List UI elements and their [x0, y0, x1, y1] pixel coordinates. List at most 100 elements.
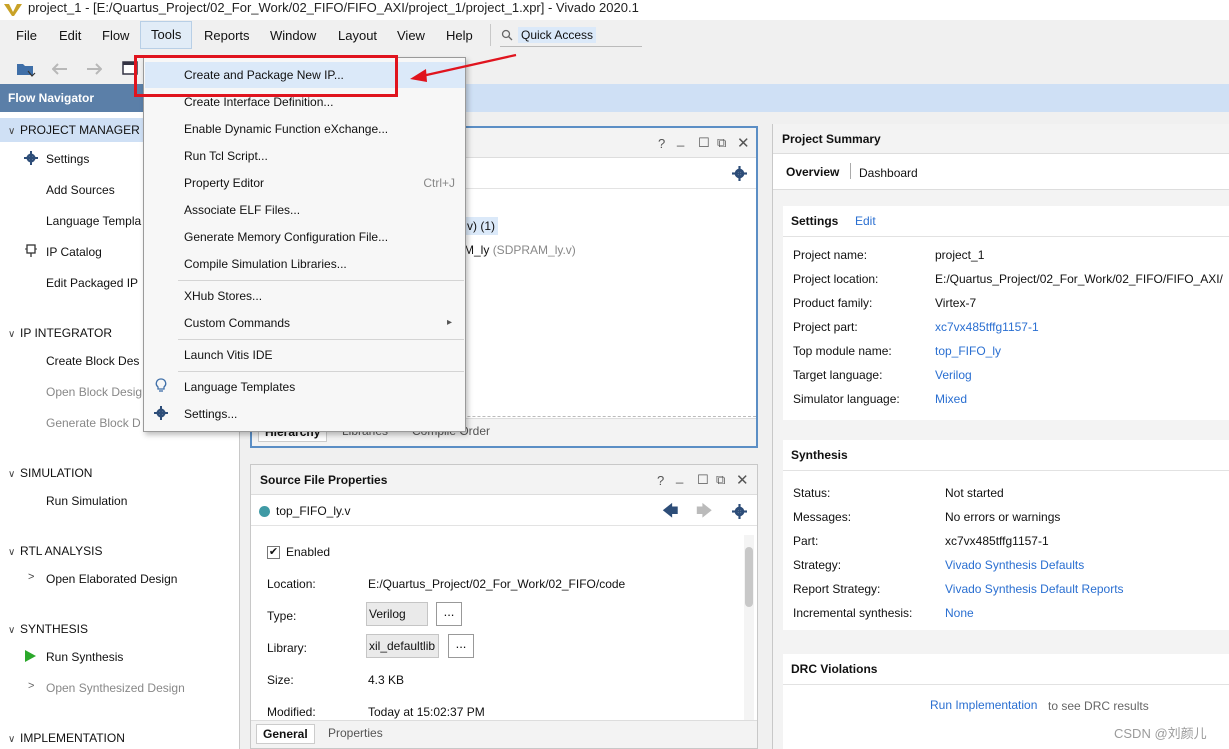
- menu-item-language-templates[interactable]: Language Templates: [184, 380, 295, 394]
- chevron-down-icon: ∨: [8, 329, 16, 340]
- menu-item-enable-dfx[interactable]: Enable Dynamic Function eXchange...: [184, 122, 388, 136]
- tab-properties[interactable]: Properties: [328, 726, 383, 740]
- gear-icon: [154, 406, 168, 420]
- lightbulb-icon: [155, 378, 167, 392]
- maximize-icon[interactable]: ☐: [697, 472, 709, 488]
- nav-add-sources[interactable]: Add Sources: [46, 183, 115, 197]
- undo-icon[interactable]: [52, 62, 68, 76]
- top-module-link[interactable]: top_FIFO_ly: [935, 344, 1001, 358]
- section-implementation[interactable]: ∨ IMPLEMENTATION: [8, 731, 125, 745]
- menu-layout[interactable]: Layout: [338, 28, 377, 43]
- nav-language-templates[interactable]: Language Templa: [46, 214, 141, 228]
- forward-arrow-icon[interactable]: 🡆: [696, 500, 713, 527]
- report-strategy-key: Report Strategy:: [793, 582, 881, 596]
- menu-help[interactable]: Help: [446, 28, 473, 43]
- menu-item-associate-elf[interactable]: Associate ELF Files...: [184, 203, 300, 217]
- modified-label: Modified:: [267, 705, 316, 719]
- chevron-right-icon[interactable]: >: [28, 571, 34, 583]
- target-language-link[interactable]: Verilog: [935, 368, 972, 382]
- gear-icon[interactable]: [732, 166, 747, 181]
- project-part-link[interactable]: xc7vx485tffg1157-1: [935, 320, 1039, 334]
- synthesis-card-title: Synthesis: [791, 448, 848, 462]
- float-icon[interactable]: ⧉: [716, 472, 725, 488]
- open-project-icon[interactable]: [16, 60, 36, 78]
- library-field[interactable]: xil_defaultlib: [366, 634, 439, 658]
- section-ip-integrator[interactable]: ∨ IP INTEGRATOR: [8, 326, 112, 340]
- close-icon[interactable]: ✕: [737, 134, 750, 152]
- gear-icon[interactable]: [732, 504, 747, 519]
- menu-tools[interactable]: Tools: [140, 21, 193, 49]
- close-icon[interactable]: ✕: [736, 471, 749, 489]
- maximize-icon[interactable]: ☐: [698, 135, 710, 151]
- scrollbar-thumb[interactable]: [745, 547, 753, 607]
- menu-item-xhub-stores[interactable]: XHub Stores...: [184, 289, 262, 303]
- type-field[interactable]: Verilog: [366, 602, 428, 626]
- tree-item-sdpram[interactable]: M_ly (SDPRAM_ly.v): [464, 243, 576, 257]
- vertical-scrollbar[interactable]: [744, 535, 754, 720]
- nav-create-block-design[interactable]: Create Block Des: [46, 354, 139, 368]
- tab-overview[interactable]: Overview: [786, 165, 839, 179]
- menu-item-compile-sim-libs[interactable]: Compile Simulation Libraries...: [184, 257, 347, 271]
- nav-open-synthesized-design[interactable]: Open Synthesized Design: [46, 681, 185, 695]
- properties-header: Source File Properties ? _ ☐ ⧉ ✕: [251, 465, 757, 495]
- tree-item-name: M_ly: [464, 243, 490, 257]
- size-label: Size:: [267, 673, 294, 687]
- nav-edit-packaged-ip[interactable]: Edit Packaged IP: [46, 276, 138, 290]
- minimize-icon[interactable]: _: [676, 469, 683, 484]
- menu-item-settings[interactable]: Settings...: [184, 407, 237, 421]
- menu-window[interactable]: Window: [270, 28, 316, 43]
- menu-item-run-tcl[interactable]: Run Tcl Script...: [184, 149, 268, 163]
- nav-settings[interactable]: Settings: [46, 152, 89, 166]
- tab-dashboard[interactable]: Dashboard: [859, 166, 918, 180]
- section-synthesis[interactable]: ∨ SYNTHESIS: [8, 622, 88, 636]
- chevron-right-icon[interactable]: >: [28, 680, 34, 692]
- menu-view[interactable]: View: [397, 28, 425, 43]
- menu-item-launch-vitis[interactable]: Launch Vitis IDE: [184, 348, 273, 362]
- back-arrow-icon[interactable]: 🡄: [662, 500, 679, 527]
- menu-reports[interactable]: Reports: [204, 28, 250, 43]
- chevron-down-icon: ∨: [8, 625, 16, 636]
- target-language-key: Target language:: [793, 368, 883, 382]
- menu-edit[interactable]: Edit: [59, 28, 81, 43]
- nav-run-simulation[interactable]: Run Simulation: [46, 494, 127, 508]
- quick-access-search[interactable]: Quick Access: [500, 25, 642, 47]
- float-icon[interactable]: ⧉: [717, 135, 726, 151]
- library-browse-button[interactable]: ...: [448, 634, 474, 658]
- window-title: project_1 - [E:/Quartus_Project/02_For_W…: [28, 0, 639, 15]
- divider: [783, 684, 1229, 685]
- chevron-down-icon: ∨: [8, 126, 16, 137]
- help-icon[interactable]: ?: [658, 136, 665, 151]
- nav-generate-block-design[interactable]: Generate Block D: [46, 416, 141, 430]
- menu-item-generate-memory[interactable]: Generate Memory Configuration File...: [184, 230, 388, 244]
- help-icon[interactable]: ?: [657, 473, 664, 488]
- tab-general[interactable]: General: [256, 724, 315, 744]
- size-value: 4.3 KB: [368, 673, 405, 687]
- nav-ip-catalog[interactable]: IP Catalog: [46, 245, 102, 259]
- menu-file[interactable]: File: [16, 28, 37, 43]
- type-browse-button[interactable]: ...: [436, 602, 462, 626]
- section-simulation[interactable]: ∨ SIMULATION: [8, 466, 92, 480]
- minimize-icon[interactable]: _: [677, 132, 684, 147]
- menu-flow[interactable]: Flow: [102, 28, 129, 43]
- redo-icon[interactable]: [86, 62, 102, 76]
- tree-item-top[interactable]: v) (1): [464, 217, 498, 235]
- properties-title: Source File Properties: [260, 473, 388, 487]
- section-rtl-analysis[interactable]: ∨ RTL ANALYSIS: [8, 544, 102, 558]
- library-label: Library:: [267, 641, 308, 655]
- enabled-label: Enabled: [286, 545, 331, 559]
- incremental-link[interactable]: None: [945, 606, 974, 620]
- status-value: Not started: [945, 486, 1004, 500]
- settings-edit-link[interactable]: Edit: [855, 214, 876, 228]
- menu-item-custom-commands[interactable]: Custom Commands: [184, 316, 290, 330]
- report-strategy-link[interactable]: Vivado Synthesis Default Reports: [945, 582, 1124, 596]
- simulator-language-link[interactable]: Mixed: [935, 392, 967, 406]
- section-label: PROJECT MANAGER: [20, 123, 140, 137]
- menu-item-create-interface[interactable]: Create Interface Definition...: [184, 95, 333, 109]
- menu-item-property-editor[interactable]: Property Editor: [184, 176, 264, 190]
- nav-open-block-design[interactable]: Open Block Desig: [46, 385, 142, 399]
- run-implementation-link[interactable]: Run Implementation: [930, 698, 1037, 712]
- nav-run-synthesis[interactable]: Run Synthesis: [46, 650, 123, 664]
- enabled-checkbox[interactable]: ✔: [267, 546, 280, 559]
- nav-open-elaborated-design[interactable]: Open Elaborated Design: [46, 572, 177, 586]
- strategy-link[interactable]: Vivado Synthesis Defaults: [945, 558, 1084, 572]
